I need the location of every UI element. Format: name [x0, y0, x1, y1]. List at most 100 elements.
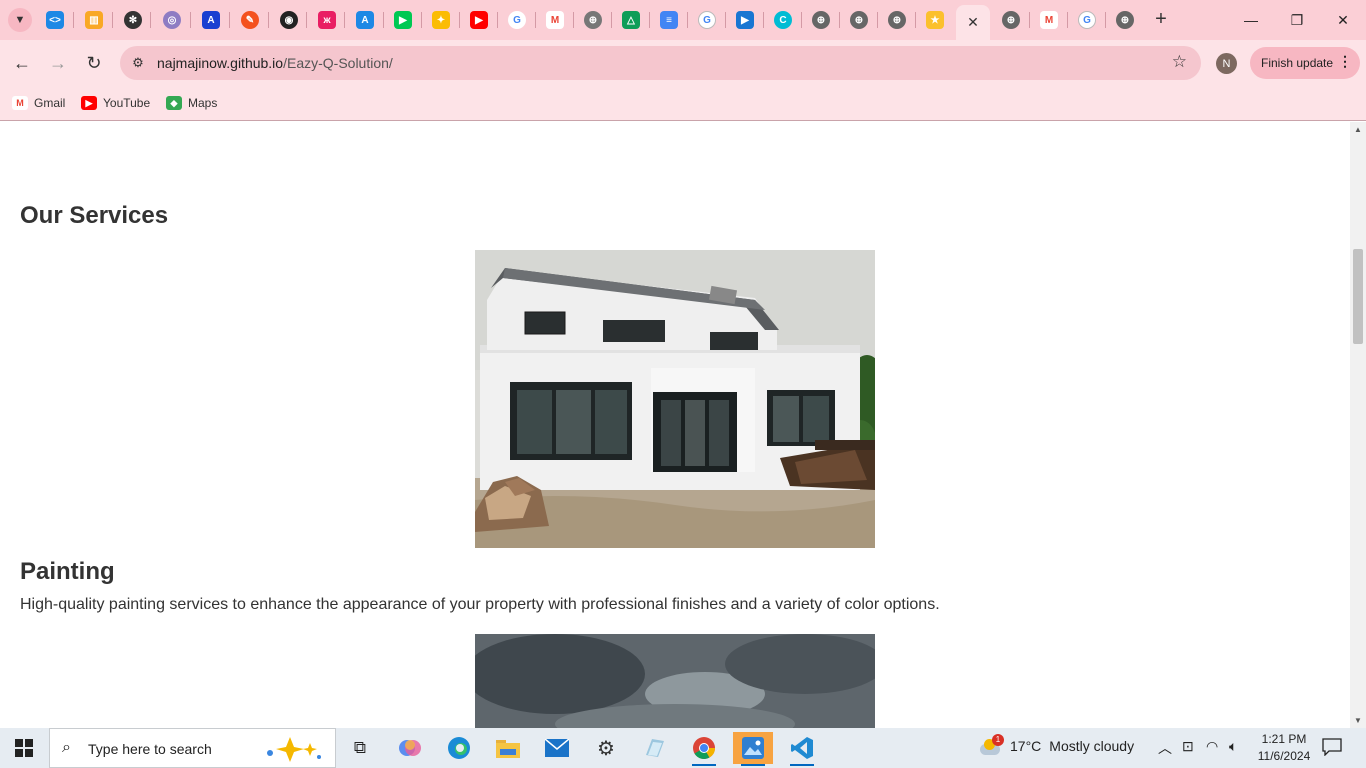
edge-icon: [448, 737, 470, 759]
reload-button[interactable]: ↻: [80, 49, 108, 77]
mail-icon: [545, 739, 569, 757]
google-tab-icon[interactable]: G: [698, 11, 716, 29]
bookmark-star-icon[interactable]: ☆: [1172, 52, 1187, 72]
chevron-down-icon: ▼: [14, 14, 26, 26]
youtube-tab-icon[interactable]: ▶: [470, 11, 488, 29]
new-tab-button[interactable]: +: [1150, 8, 1172, 30]
back-button[interactable]: ←: [8, 49, 36, 77]
finish-update-label: Finish update: [1261, 56, 1334, 70]
edge-button[interactable]: [439, 732, 479, 764]
dark-cloud-photo: [475, 634, 875, 728]
copilot-button[interactable]: [390, 732, 430, 764]
star-tab-icon[interactable]: ★: [926, 11, 944, 29]
arrow-right-icon: →: [49, 52, 67, 73]
pinwheel-tab-icon[interactable]: ✦: [432, 11, 450, 29]
openai-tab-icon[interactable]: ✻: [124, 11, 142, 29]
tab-separator: [611, 12, 612, 28]
finish-update-button[interactable]: Finish update ⋮: [1250, 47, 1360, 79]
wifi-icon[interactable]: ◠: [1206, 738, 1218, 755]
github-tab-icon[interactable]: ◉: [280, 11, 298, 29]
bookmark-label: Gmail: [34, 96, 66, 110]
chrome-icon: [693, 737, 715, 759]
volume-icon[interactable]: 🔈︎: [1229, 738, 1237, 755]
bookmark-gmail[interactable]: M Gmail: [12, 93, 65, 113]
painting-service-image: [475, 250, 875, 548]
maps-icon: ◆: [166, 96, 182, 110]
tab-separator: [649, 12, 650, 28]
restore-button[interactable]: ❐: [1274, 6, 1320, 34]
tab-separator: [190, 12, 191, 28]
service-title: Painting: [20, 558, 115, 585]
page-scrollbar[interactable]: ▲ ▼: [1350, 122, 1366, 728]
photos-button[interactable]: [733, 732, 773, 766]
plus-icon: +: [1155, 7, 1167, 30]
scroll-up-icon[interactable]: ▲: [1354, 125, 1362, 134]
bookmark-youtube[interactable]: ▶ YouTube: [81, 93, 150, 113]
tab-separator: [535, 12, 536, 28]
lens-tab-icon[interactable]: ◎: [163, 11, 181, 29]
taskbar-search[interactable]: ⌕ Type here to search: [49, 728, 336, 768]
tab-separator: [725, 12, 726, 28]
google-tab-icon[interactable]: G: [1078, 11, 1096, 29]
play-tab-icon[interactable]: ▶: [394, 11, 412, 29]
play-tab-icon[interactable]: ▶: [736, 11, 754, 29]
app-tab-icon[interactable]: ✎: [241, 11, 259, 29]
start-button[interactable]: [0, 728, 48, 768]
active-tab[interactable]: ✕: [956, 5, 990, 40]
scroll-down-icon[interactable]: ▼: [1354, 716, 1362, 725]
system-clock[interactable]: 1:21 PM 11/6/2024: [1256, 731, 1312, 765]
vscode-tab-icon[interactable]: <>: [46, 11, 64, 29]
search-icon: ⌕: [62, 739, 71, 756]
close-tab-icon[interactable]: ✕: [967, 14, 979, 31]
forward-button[interactable]: →: [44, 49, 72, 77]
butterfly-tab-icon[interactable]: ж: [318, 11, 336, 29]
google-tab-icon[interactable]: G: [508, 11, 526, 29]
tab-separator: [150, 12, 151, 28]
tune-icon: ⚙: [132, 55, 144, 70]
mail-button[interactable]: [537, 732, 577, 764]
windows-icon: [15, 739, 33, 757]
globe-tab-icon[interactable]: ⊕: [888, 11, 906, 29]
scrollbar-thumb[interactable]: [1353, 249, 1363, 344]
gmail-tab-icon[interactable]: M: [1040, 11, 1058, 29]
clock-time: 1:21 PM: [1261, 732, 1307, 746]
tab-separator: [268, 12, 269, 28]
globe-tab-icon[interactable]: ⊕: [850, 11, 868, 29]
minimize-button[interactable]: —: [1228, 6, 1274, 34]
weather-widget[interactable]: 1 17°C Mostly cloudy: [978, 734, 1134, 756]
more-menu-icon[interactable]: ⋮: [1338, 53, 1352, 70]
site-info-button[interactable]: ⚙: [128, 53, 148, 73]
appstore-tab-icon[interactable]: A: [356, 11, 374, 29]
vscode-button[interactable]: [782, 732, 822, 766]
notification-icon[interactable]: [1322, 738, 1342, 756]
ai-tab-icon[interactable]: A: [202, 11, 220, 29]
chart-tab-icon[interactable]: ▥: [85, 11, 103, 29]
address-bar[interactable]: ⚙ najmajinow.github.io/Eazy-Q-Solution/ …: [120, 46, 1201, 80]
bookmark-maps[interactable]: ◆ Maps: [166, 93, 217, 113]
gmail-tab-icon[interactable]: M: [546, 11, 564, 29]
canva-tab-icon[interactable]: C: [774, 11, 792, 29]
drive-tab-icon[interactable]: △: [622, 11, 640, 29]
copilot-icon: [399, 740, 421, 756]
globe-tab-icon[interactable]: ⊕: [1116, 11, 1134, 29]
cloudy-weather-icon: 1: [978, 734, 1004, 756]
docs-tab-icon[interactable]: ≡: [660, 11, 678, 29]
reload-icon: ↻: [86, 52, 102, 73]
profile-avatar[interactable]: N: [1216, 53, 1237, 74]
tab-separator: [73, 12, 74, 28]
notepad-button[interactable]: [635, 732, 675, 764]
chevron-up-icon[interactable]: ︿: [1158, 738, 1172, 758]
file-explorer-button[interactable]: [488, 732, 528, 764]
close-window-button[interactable]: ✕: [1320, 6, 1366, 34]
profile-initial: N: [1222, 57, 1231, 70]
device-icon[interactable]: ⊡: [1182, 738, 1194, 755]
task-view-button[interactable]: ⧉: [340, 732, 380, 764]
globe-tab-icon[interactable]: ⊕: [812, 11, 830, 29]
chrome-button[interactable]: [684, 732, 724, 766]
settings-button[interactable]: ⚙: [586, 732, 626, 764]
url-text[interactable]: najmajinow.github.io/Eazy-Q-Solution/: [157, 55, 393, 71]
weather-temperature: 17°C: [1010, 738, 1042, 754]
globe-tab-icon[interactable]: ⊕: [1002, 11, 1020, 29]
tab-search-button[interactable]: ▼: [8, 8, 32, 32]
globe-tab-icon[interactable]: ⊕: [584, 11, 602, 29]
